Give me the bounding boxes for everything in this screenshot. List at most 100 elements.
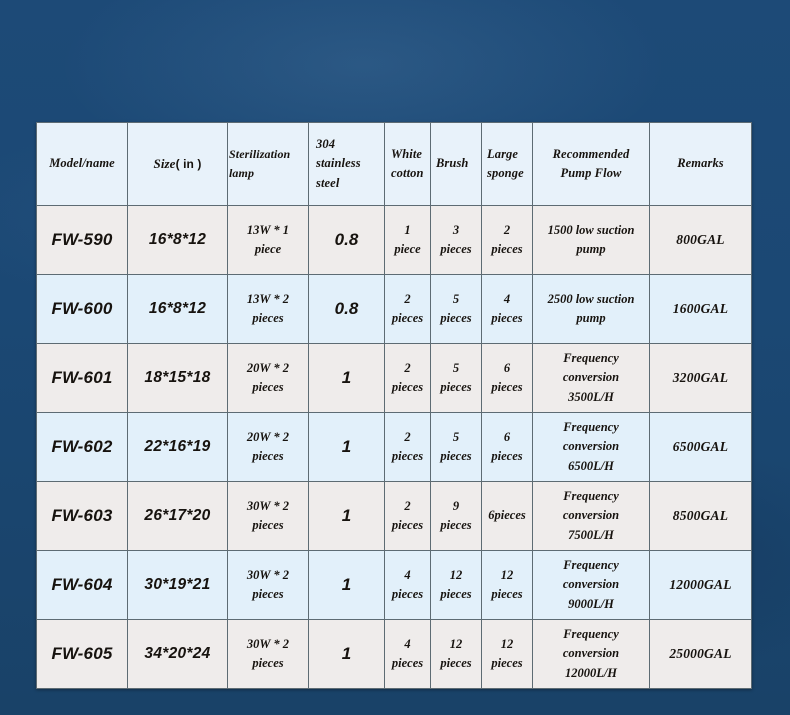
cell-stainless-steel: 1	[308, 481, 385, 551]
cell-sterilization-lamp: 20W * 2 pieces	[227, 343, 309, 413]
cell-brush: 5 pieces	[430, 412, 482, 482]
cell-recommended-pump-flow: 1500 low suction pump	[532, 205, 650, 275]
cell-sterilization-lamp: 30W * 2 pieces	[227, 619, 309, 689]
cell-large-sponge: 12 pieces	[481, 619, 533, 689]
cell-remarks: 25000GAL	[649, 619, 752, 689]
cell-pump-flow-line2: pump	[576, 242, 606, 256]
cell-stainless-steel: 0.8	[308, 274, 385, 344]
column-header-size-label: Size	[153, 155, 176, 171]
cell-white-cotton: 2 pieces	[384, 274, 431, 344]
table-row: FW-590 16*8*12 13W * 1 piece 0.8 1 piece 3 pi…	[36, 205, 752, 275]
cell-remarks: 6500GAL	[649, 412, 752, 482]
cell-large-sponge: 6 pieces	[481, 412, 533, 482]
column-header-white-cotton: White cotton	[384, 122, 431, 206]
cell-pump-flow-line1: Frequency conversion	[562, 488, 620, 523]
cell-remarks: 3200GAL	[649, 343, 752, 413]
cell-pump-flow-line1: Frequency conversion	[562, 350, 620, 385]
column-header-model: Model/name	[36, 122, 128, 206]
cell-large-sponge: 12 pieces	[481, 550, 533, 620]
column-header-sterilization-lamp: Sterilization lamp	[227, 122, 309, 206]
column-header-stainless-steel-label-line2: steel	[316, 175, 340, 190]
column-header-stainless-steel: 304 stainless steel	[308, 122, 385, 206]
table-row: FW-601 18*15*18 20W * 2 pieces 1 2 pieces 5 p…	[36, 343, 752, 413]
cell-remarks: 800GAL	[649, 205, 752, 275]
cell-stainless-steel: 0.8	[308, 205, 385, 275]
cell-white-cotton: 4 pieces	[384, 550, 431, 620]
cell-large-sponge: 4 pieces	[481, 274, 533, 344]
product-specification-table: Model/name Size( in ) Sterilization lamp…	[36, 122, 752, 689]
cell-size: 26*17*20	[127, 481, 228, 551]
cell-remarks: 8500GAL	[649, 481, 752, 551]
cell-recommended-pump-flow: Frequency conversion 6500L/H	[532, 412, 650, 482]
cell-pump-flow-line1: Frequency conversion	[562, 626, 620, 661]
cell-recommended-pump-flow: Frequency conversion 9000L/H	[532, 550, 650, 620]
cell-white-cotton: 2 pieces	[384, 412, 431, 482]
column-header-white-cotton-label-line2: cotton	[391, 166, 424, 180]
cell-model: FW-602	[36, 412, 128, 482]
cell-pump-flow-line2: 12000L/H	[564, 665, 618, 680]
cell-model: FW-590	[36, 205, 128, 275]
cell-white-cotton: 2 pieces	[384, 343, 431, 413]
cell-recommended-pump-flow: Frequency conversion 12000L/H	[532, 619, 650, 689]
cell-large-sponge: 6 pieces	[481, 343, 533, 413]
column-header-remarks-label: Remarks	[677, 156, 724, 171]
cell-model: FW-600	[36, 274, 128, 344]
cell-pump-flow-line2: 9000L/H	[568, 596, 614, 611]
column-header-size: Size( in )	[127, 122, 228, 206]
cell-pump-flow-line1: Frequency conversion	[562, 557, 620, 592]
cell-large-sponge: 6pieces	[481, 481, 533, 551]
cell-white-cotton: 1 piece	[384, 205, 431, 275]
cell-brush: 12 pieces	[430, 619, 482, 689]
cell-recommended-pump-flow: 2500 low suction pump	[532, 274, 650, 344]
table-body: FW-590 16*8*12 13W * 1 piece 0.8 1 piece 3 pi…	[36, 205, 752, 689]
cell-white-cotton: 2 pieces	[384, 481, 431, 551]
table-row: FW-602 22*16*19 20W * 2 pieces 1 2 pieces 5 p…	[36, 412, 752, 482]
cell-pump-flow-line1: 2500 low suction	[547, 291, 635, 306]
cell-brush: 5 pieces	[430, 274, 482, 344]
cell-recommended-pump-flow: Frequency conversion 3500L/H	[532, 343, 650, 413]
cell-sterilization-lamp: 30W * 2 pieces	[227, 481, 309, 551]
column-header-sterilization-lamp-label: Sterilization lamp	[229, 147, 291, 180]
column-header-size-unit: ( in )	[175, 156, 202, 171]
cell-sterilization-lamp: 13W * 1 piece	[227, 205, 309, 275]
table-row: FW-600 16*8*12 13W * 2 pieces 0.8 2 pieces 5 …	[36, 274, 752, 344]
cell-model: FW-604	[36, 550, 128, 620]
cell-brush: 9 pieces	[430, 481, 482, 551]
column-header-model-label: Model/name	[49, 156, 115, 171]
cell-pump-flow-line2: 6500L/H	[568, 458, 614, 473]
cell-pump-flow-line2: 7500L/H	[568, 527, 614, 542]
cell-stainless-steel: 1	[308, 550, 385, 620]
cell-model: FW-603	[36, 481, 128, 551]
cell-size: 16*8*12	[127, 274, 228, 344]
column-header-pump-flow-label-line2: Pump Flow	[560, 166, 622, 180]
cell-sterilization-lamp: 20W * 2 pieces	[227, 412, 309, 482]
cell-recommended-pump-flow: Frequency conversion 7500L/H	[532, 481, 650, 551]
cell-size: 18*15*18	[127, 343, 228, 413]
column-header-pump-flow-label: Recommended	[552, 146, 630, 161]
specification-table-container: Model/name Size( in ) Sterilization lamp…	[36, 122, 752, 689]
cell-remarks: 12000GAL	[649, 550, 752, 620]
cell-large-sponge: 2 pieces	[481, 205, 533, 275]
table-row: FW-603 26*17*20 30W * 2 pieces 1 2 pieces 9 p…	[36, 481, 752, 551]
column-header-white-cotton-label: White	[391, 146, 423, 161]
column-header-remarks: Remarks	[649, 122, 752, 206]
cell-sterilization-lamp: 13W * 2 pieces	[227, 274, 309, 344]
column-header-large-sponge-label-line2: sponge	[487, 166, 524, 180]
cell-size: 30*19*21	[127, 550, 228, 620]
table-header: Model/name Size( in ) Sterilization lamp…	[36, 122, 752, 206]
header-row: Model/name Size( in ) Sterilization lamp…	[36, 122, 752, 206]
cell-brush: 12 pieces	[430, 550, 482, 620]
cell-pump-flow-line1: Frequency conversion	[562, 419, 620, 454]
column-header-large-sponge: Large sponge	[481, 122, 533, 206]
cell-remarks: 1600GAL	[649, 274, 752, 344]
column-header-stainless-steel-label: 304 stainless	[316, 136, 361, 171]
cell-size: 34*20*24	[127, 619, 228, 689]
cell-size: 16*8*12	[127, 205, 228, 275]
cell-stainless-steel: 1	[308, 412, 385, 482]
cell-pump-flow-line1: 1500 low suction	[547, 222, 635, 237]
table-row: FW-605 34*20*24 30W * 2 pieces 1 4 pieces 12 …	[36, 619, 752, 689]
cell-sterilization-lamp: 30W * 2 pieces	[227, 550, 309, 620]
cell-size: 22*16*19	[127, 412, 228, 482]
cell-stainless-steel: 1	[308, 619, 385, 689]
column-header-large-sponge-label: Large	[487, 146, 519, 161]
